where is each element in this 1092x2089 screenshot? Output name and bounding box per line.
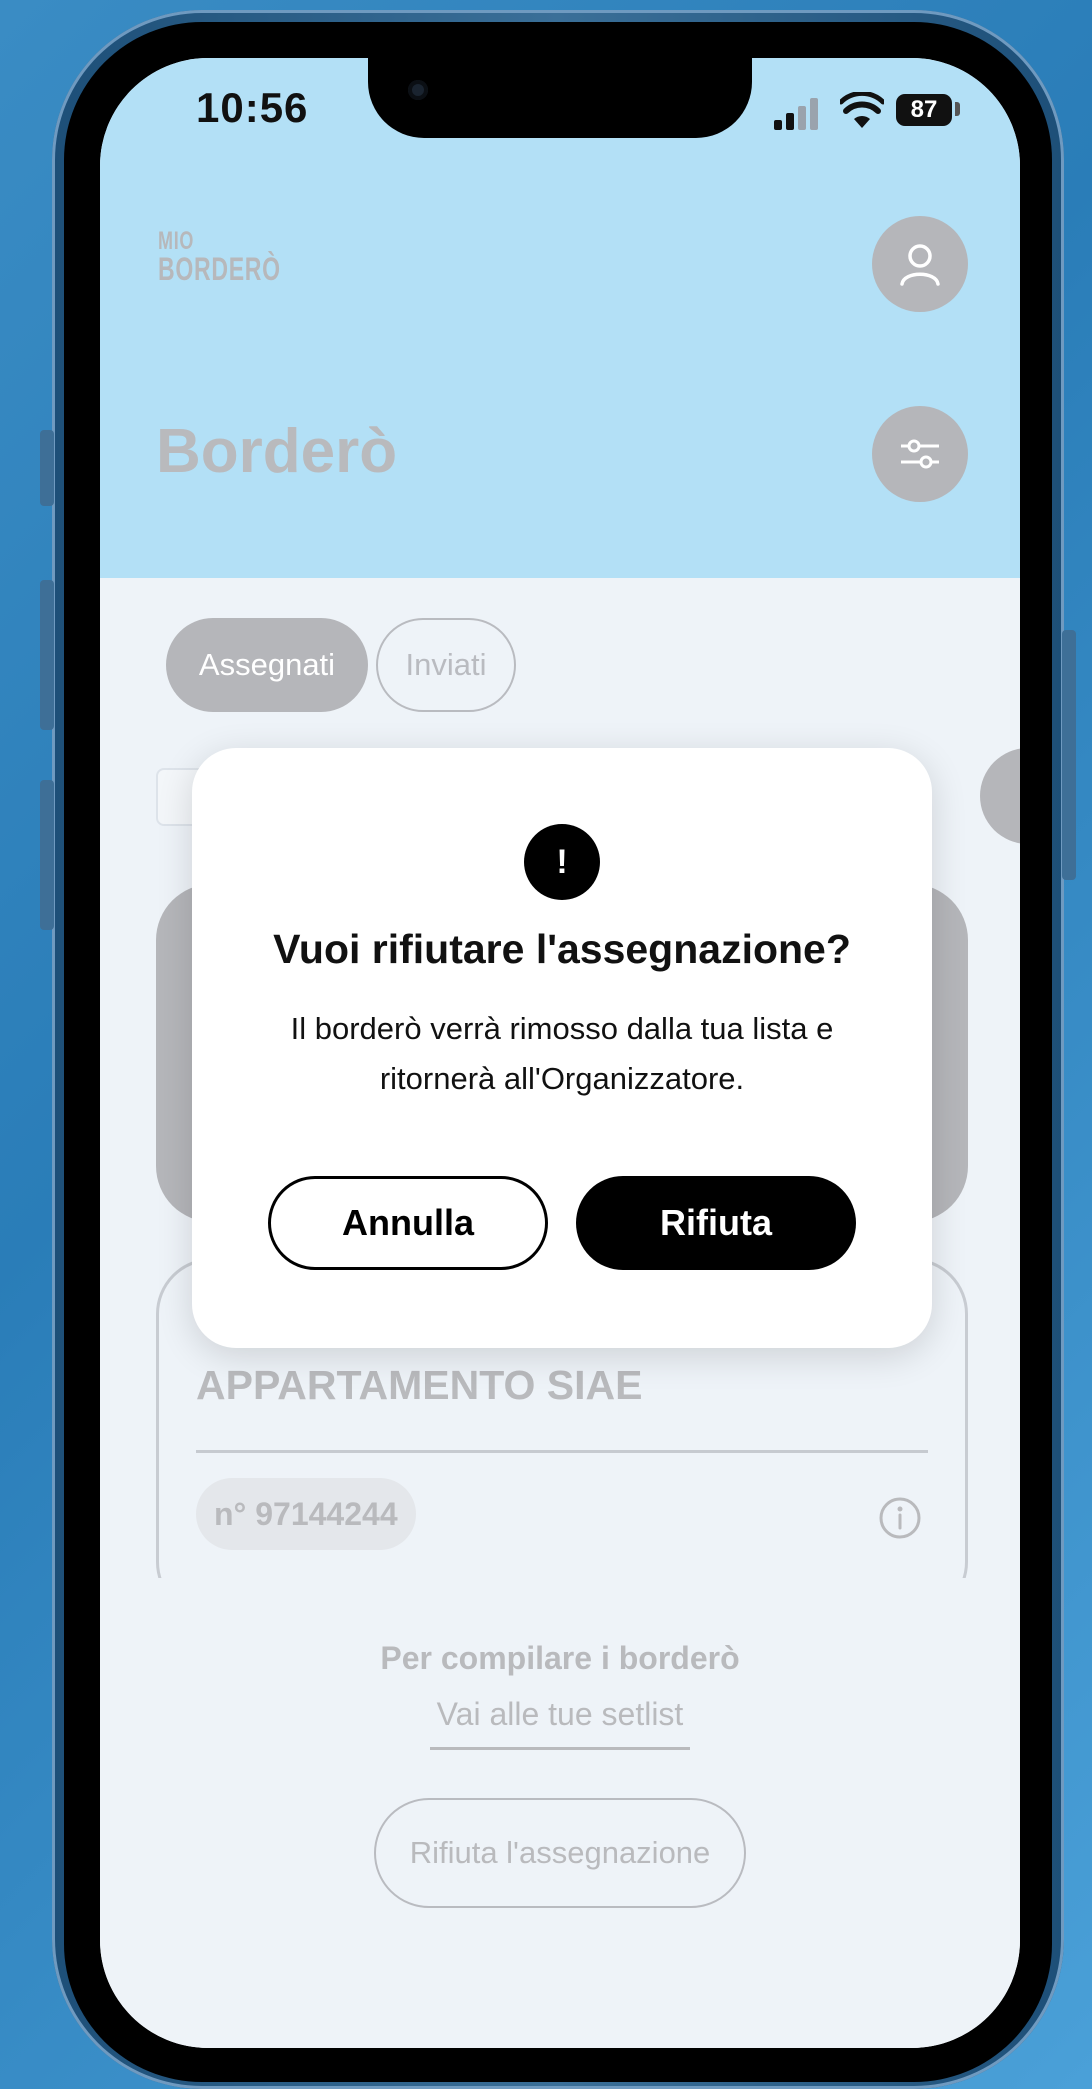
- app-logo: MIO BORDERÒ: [158, 227, 281, 287]
- dialog-title: Vuoi rifiutare l'assegnazione?: [273, 926, 851, 972]
- reject-assignment-button[interactable]: Rifiuta l'assegnazione: [374, 1798, 746, 1908]
- phone-side-button: [40, 580, 54, 730]
- phone-side-button: [1062, 630, 1076, 880]
- card-title: APPARTAMENTO SIAE: [196, 1362, 643, 1408]
- confirm-reject-button[interactable]: Rifiuta: [576, 1176, 856, 1270]
- tab-inviati[interactable]: Inviati: [376, 618, 516, 712]
- status-time: 10:56: [196, 84, 309, 131]
- logo-line1: MIO: [158, 227, 195, 255]
- app-screen: 10:56 87 MIO BORDERÒ Borderò Assegnati I…: [100, 58, 1020, 2048]
- cellular-signal-icon: [774, 98, 818, 130]
- info-icon[interactable]: [878, 1496, 922, 1540]
- phone-side-button: [40, 430, 54, 506]
- filter-button[interactable]: [872, 406, 968, 502]
- wifi-icon: [840, 92, 884, 128]
- battery-nub: [955, 102, 960, 116]
- notch: [368, 58, 752, 138]
- tab-assegnati[interactable]: Assegnati: [166, 618, 368, 712]
- setlist-link[interactable]: Vai alle tue setlist: [430, 1696, 690, 1750]
- alert-icon: !: [524, 824, 600, 900]
- download-button[interactable]: [980, 748, 1020, 844]
- compile-hint: Per compilare i borderò: [380, 1640, 740, 1676]
- dialog-message: Il borderò verrà rimosso dalla tua lista…: [290, 1011, 834, 1096]
- card-number-badge: n° 97144244: [196, 1478, 416, 1550]
- user-icon: [900, 244, 940, 286]
- profile-button[interactable]: [872, 216, 968, 312]
- phone-side-button: [40, 780, 54, 930]
- cancel-button[interactable]: Annulla: [268, 1176, 548, 1270]
- card-divider: [196, 1450, 928, 1453]
- battery-indicator: 87: [896, 94, 952, 126]
- page-title: Borderò: [156, 417, 398, 486]
- reject-dialog: ! Vuoi rifiutare l'assegnazione? Il bord…: [192, 748, 932, 1348]
- camera: [408, 80, 428, 100]
- logo-line2: BORDERÒ: [158, 251, 281, 287]
- sliders-icon: [901, 439, 939, 469]
